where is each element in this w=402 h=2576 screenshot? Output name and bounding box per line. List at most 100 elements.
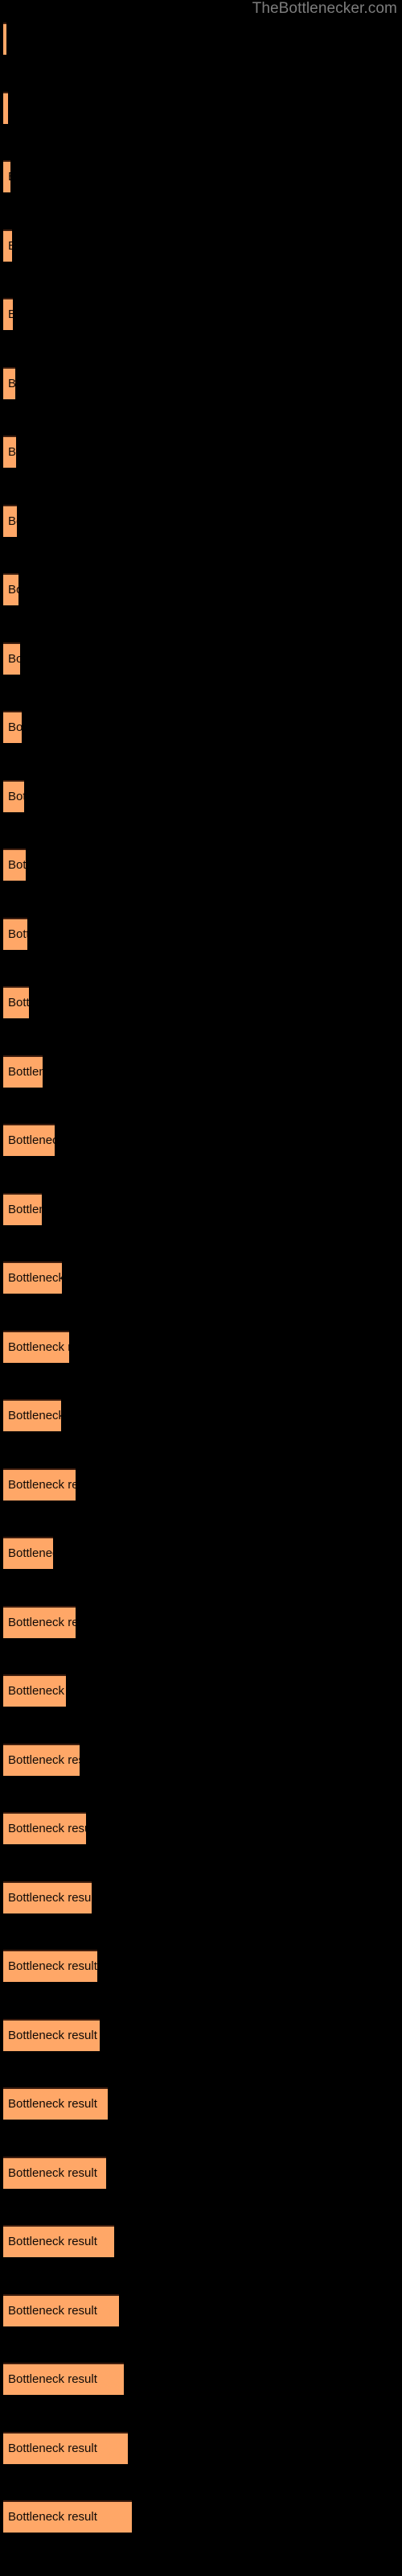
result-bar: Bottleneck result bbox=[3, 436, 16, 468]
bar-row: Bottleneck result bbox=[3, 1743, 80, 1776]
bar-row: Bottleneck result bbox=[3, 1605, 76, 1638]
result-bar: Bottleneck result bbox=[3, 91, 8, 124]
bar-label: Bottleneck result bbox=[8, 927, 27, 941]
site-header: TheBottlenecker.com bbox=[0, 0, 402, 21]
bar-label: Bottleneck result bbox=[8, 1340, 69, 1354]
bar-row: Bottleneck result bbox=[3, 1674, 66, 1707]
bar-row: Bottleneck result bbox=[3, 1330, 69, 1363]
result-bar: Bottleneck result bbox=[3, 917, 27, 950]
bar-row: Bottleneck result bbox=[3, 1124, 55, 1156]
bar-row: Bottleneck result bbox=[3, 23, 6, 55]
bar-label: Bottleneck result bbox=[8, 1684, 66, 1698]
result-bar: Bottleneck result bbox=[3, 2293, 119, 2326]
bar-row: Bottleneck result bbox=[3, 91, 8, 124]
result-bar: Bottleneck result bbox=[3, 1674, 66, 1707]
bar-row: Bottleneck result bbox=[3, 642, 20, 675]
bar-label: Bottleneck result bbox=[8, 445, 16, 459]
result-bar: Bottleneck result bbox=[3, 2087, 108, 2120]
result-bar: Bottleneck result bbox=[3, 1192, 42, 1225]
bar-row: Bottleneck result bbox=[3, 2431, 128, 2464]
result-bar: Bottleneck result bbox=[3, 711, 22, 743]
result-bar: Bottleneck result bbox=[3, 2500, 132, 2533]
result-bar: Bottleneck result bbox=[3, 504, 17, 537]
bar-label: Bottleneck result bbox=[8, 2303, 97, 2318]
result-bar: Bottleneck result bbox=[3, 1468, 76, 1501]
bar-label: Bottleneck result bbox=[8, 1822, 86, 1835]
bar-row: Bottleneck result bbox=[3, 573, 18, 605]
site-title: TheBottlenecker.com bbox=[252, 0, 397, 17]
result-bar: Bottleneck result bbox=[3, 1124, 55, 1156]
result-bar: Bottleneck result bbox=[3, 1055, 43, 1088]
bar-label: Bottleneck result bbox=[8, 1271, 62, 1285]
result-bar: Bottleneck result bbox=[3, 2225, 114, 2257]
bar-row: Bottleneck result bbox=[3, 2156, 106, 2189]
bar-row: Bottleneck result bbox=[3, 2087, 108, 2120]
bar-label: Bottleneck result bbox=[8, 1477, 76, 1492]
result-bar: Bottleneck result bbox=[3, 779, 24, 812]
bar-label: Bottleneck result bbox=[3, 377, 15, 390]
bar-row: Bottleneck result bbox=[3, 2225, 114, 2257]
bar-row: Bottleneck result bbox=[3, 160, 10, 192]
bar-label: Bottleneck result bbox=[8, 2372, 97, 2386]
bar-row: Bottleneck result bbox=[3, 1537, 53, 1569]
bar-row: Bottleneck result bbox=[3, 1055, 43, 1088]
bar-label: Bottleneck result bbox=[8, 1409, 61, 1422]
bar-label: Bottleneck result bbox=[8, 2510, 97, 2524]
bar-label: Bottleneck result bbox=[8, 2441, 97, 2455]
bar-label: Bottleneck result bbox=[8, 1890, 92, 1905]
result-bar: Bottleneck result bbox=[3, 1880, 92, 1913]
bar-label: Bottleneck result bbox=[8, 996, 29, 1009]
result-bar: Bottleneck result bbox=[3, 1330, 69, 1363]
bar-row: Bottleneck result bbox=[3, 1261, 62, 1294]
bar-label: Bottleneck result bbox=[8, 651, 20, 666]
bar-label: Bottleneck result bbox=[8, 2097, 97, 2111]
bar-label: Bottleneck result bbox=[3, 308, 13, 321]
bar-label: Bottleneck result bbox=[8, 1546, 53, 1560]
bar-row: Bottleneck result bbox=[3, 917, 27, 950]
bar-row: Bottleneck result bbox=[3, 2363, 124, 2395]
result-bar: Bottleneck result bbox=[3, 1812, 86, 1844]
bar-label: Bottleneck result bbox=[3, 239, 12, 253]
bar-label: Bottleneck result bbox=[8, 2028, 97, 2042]
result-bar: Bottleneck result bbox=[3, 2363, 124, 2395]
bar-label: Bottleneck result bbox=[8, 1615, 76, 1629]
bar-row: Bottleneck result bbox=[3, 2500, 132, 2533]
bar-label: Bottleneck result bbox=[8, 789, 24, 803]
bar-label: Bottleneck result bbox=[8, 1202, 42, 1216]
bar-label: Bottleneck result bbox=[3, 171, 10, 184]
result-bar: Bottleneck result bbox=[3, 642, 20, 675]
bar-label: Bottleneck result bbox=[8, 1752, 80, 1767]
result-bar: Bottleneck result bbox=[3, 298, 13, 330]
result-bar: Bottleneck result bbox=[3, 986, 29, 1018]
bar-row: Bottleneck result bbox=[3, 848, 26, 881]
bar-row: Bottleneck result bbox=[3, 504, 17, 537]
bar-row: Bottleneck result bbox=[3, 298, 13, 330]
bar-label: Bottleneck result bbox=[8, 1064, 43, 1079]
bar-row: Bottleneck result bbox=[3, 986, 29, 1018]
bar-row: Bottleneck result bbox=[3, 1880, 92, 1913]
result-bar: Bottleneck result bbox=[3, 1605, 76, 1638]
result-bar: Bottleneck result bbox=[3, 1261, 62, 1294]
bar-label: Bottleneck result bbox=[8, 1133, 55, 1147]
result-bar: Bottleneck result bbox=[3, 1399, 61, 1431]
bar-label: Bottleneck result bbox=[8, 720, 22, 734]
bar-label: Bottleneck result bbox=[8, 2165, 97, 2180]
result-bar: Bottleneck result bbox=[3, 160, 10, 192]
bar-row: Bottleneck result bbox=[3, 2018, 100, 2051]
result-bar: Bottleneck result bbox=[3, 2156, 106, 2189]
bar-label: Bottleneck result bbox=[8, 858, 26, 872]
result-bar: Bottleneck result bbox=[3, 1950, 97, 1982]
bar-label: Bottleneck result bbox=[3, 102, 8, 115]
result-bar: Bottleneck result bbox=[3, 23, 6, 55]
bar-row: Bottleneck result bbox=[3, 2293, 119, 2326]
bottleneck-results-bar-chart: Bottleneck result Bottleneck result Bottle… bbox=[0, 21, 402, 2576]
result-bar: Bottleneck result bbox=[3, 848, 26, 881]
bar-row: Bottleneck result bbox=[3, 1812, 86, 1844]
bar-row: Bottleneck result bbox=[3, 779, 24, 812]
bar-row: Bottleneck result bbox=[3, 229, 12, 262]
result-bar: Bottleneck result bbox=[3, 2018, 100, 2051]
result-bar: Bottleneck result bbox=[3, 366, 15, 399]
result-bar: Bottleneck result bbox=[3, 1743, 80, 1776]
result-bar: Bottleneck result bbox=[3, 1537, 53, 1569]
result-bar: Bottleneck result bbox=[3, 229, 12, 262]
